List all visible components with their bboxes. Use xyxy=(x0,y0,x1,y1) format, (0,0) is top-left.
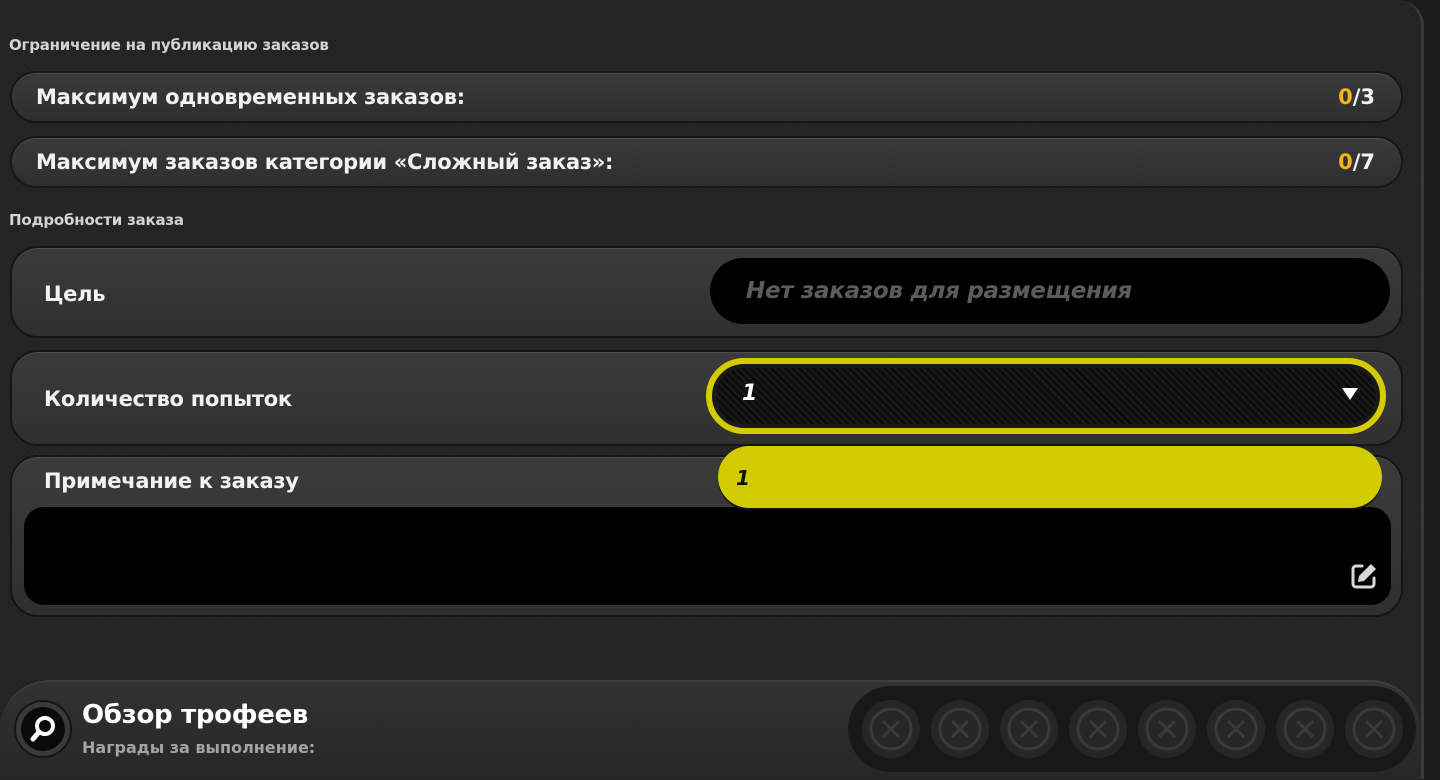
max-concurrent-orders-row: Максимум одновременных заказов: 0/3 xyxy=(10,71,1403,123)
reward-slot-empty xyxy=(1000,700,1058,758)
max-hard-orders-label: Максимум заказов категории «Сложный зака… xyxy=(36,150,614,174)
max-hard-orders-count: 0/7 xyxy=(1338,150,1375,174)
reward-slots xyxy=(848,686,1416,772)
order-panel: Ограничение на публикацию заказов Максим… xyxy=(0,0,1424,780)
x-circle-icon xyxy=(1007,707,1051,751)
trophy-search-button[interactable] xyxy=(14,700,72,758)
x-circle-icon xyxy=(1214,707,1258,751)
trophy-title: Обзор трофеев xyxy=(82,700,309,730)
attempts-select[interactable]: 1 xyxy=(706,358,1386,434)
limits-section-label: Ограничение на публикацию заказов xyxy=(9,36,329,54)
details-section-label: Подробности заказа xyxy=(9,211,184,229)
x-circle-icon xyxy=(1076,707,1120,751)
attempts-select-value: 1 xyxy=(742,381,758,406)
reward-slot-empty xyxy=(1138,700,1196,758)
max-concurrent-orders-count: 0/3 xyxy=(1338,85,1375,109)
search-button-face xyxy=(21,707,65,751)
x-circle-icon xyxy=(1352,707,1396,751)
search-icon xyxy=(30,716,55,742)
x-circle-icon xyxy=(1283,707,1327,751)
note-textarea[interactable] xyxy=(24,507,1391,605)
max-count: /3 xyxy=(1352,85,1375,109)
x-circle-icon xyxy=(938,707,982,751)
goal-placeholder: Нет заказов для размещения xyxy=(746,278,1132,304)
goal-label: Цель xyxy=(44,282,106,306)
reward-slot-empty xyxy=(862,700,920,758)
x-circle-icon xyxy=(869,707,913,751)
goal-row: Цель Нет заказов для размещения xyxy=(10,246,1403,338)
trophy-overview-bar: Обзор трофеев Награды за выполнение: xyxy=(0,680,1420,780)
max-count: /7 xyxy=(1352,150,1375,174)
x-circle-icon xyxy=(1145,707,1189,751)
trophy-subtitle: Награды за выполнение: xyxy=(82,738,316,757)
chevron-down-icon xyxy=(1342,388,1358,400)
max-concurrent-orders-label: Максимум одновременных заказов: xyxy=(36,85,465,109)
attempts-option[interactable]: 1 xyxy=(718,446,1382,508)
attempts-select-field: 1 xyxy=(716,368,1376,424)
note-label: Примечание к заказу xyxy=(44,469,299,493)
reward-slot-empty xyxy=(1069,700,1127,758)
current-count: 0 xyxy=(1338,85,1353,109)
edit-icon[interactable] xyxy=(1349,561,1379,591)
max-hard-orders-row: Максимум заказов категории «Сложный зака… xyxy=(10,136,1403,188)
attempts-label: Количество попыток xyxy=(44,387,292,411)
reward-slot-empty xyxy=(1276,700,1334,758)
reward-slot-empty xyxy=(1345,700,1403,758)
current-count: 0 xyxy=(1338,150,1353,174)
goal-field[interactable]: Нет заказов для размещения xyxy=(710,258,1390,324)
reward-slot-empty xyxy=(931,700,989,758)
attempts-option-label: 1 xyxy=(736,466,750,490)
attempts-row: Количество попыток 1 xyxy=(10,350,1403,446)
reward-slot-empty xyxy=(1207,700,1265,758)
